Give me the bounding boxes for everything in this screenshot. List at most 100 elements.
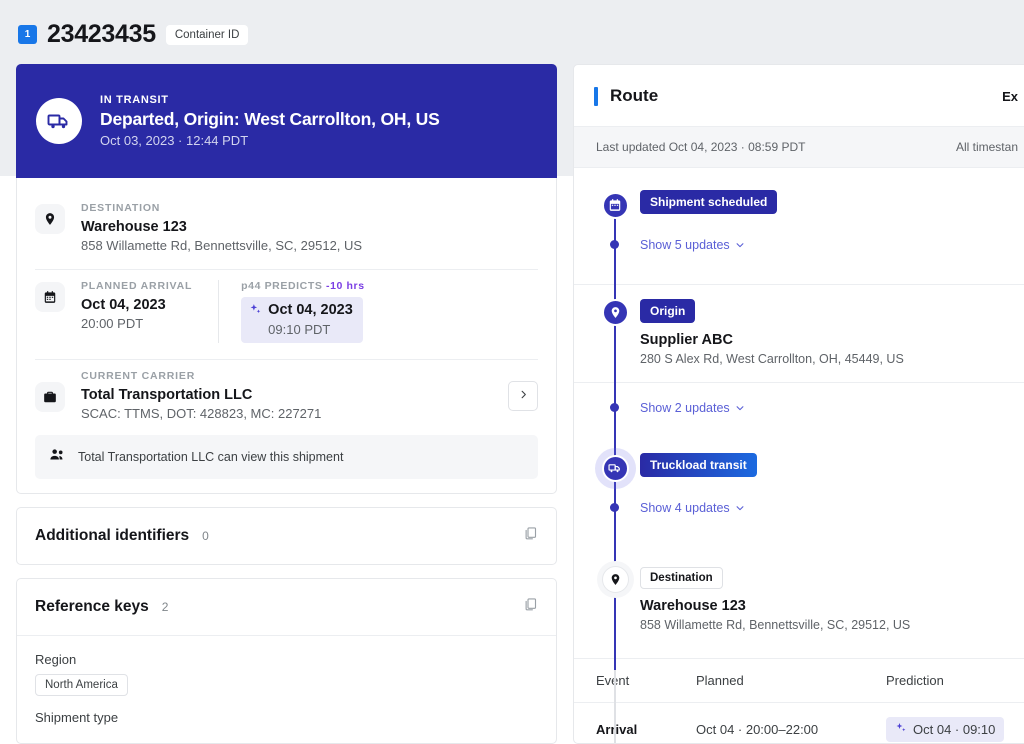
calendar-icon xyxy=(35,282,65,312)
destination-kicker: DESTINATION xyxy=(81,202,161,214)
reference-keys-card[interactable]: Reference keys 2 Region North America Sh… xyxy=(16,578,557,744)
status-banner: IN TRANSIT Departed, Origin: West Carrol… xyxy=(16,64,557,178)
route-events-table: Event Planned Prediction Arrival Oct 04 … xyxy=(574,658,1024,743)
timeline-updates-scheduled[interactable]: Show 5 updates xyxy=(574,236,1024,266)
timeline-node-scheduled: Shipment scheduled xyxy=(574,190,1024,220)
column-header-prediction: Prediction xyxy=(886,673,944,688)
prediction-delta: -10 hrs xyxy=(326,280,365,292)
destination-row: DESTINATION Warehouse 123 858 Willamette… xyxy=(35,196,538,253)
table-header-row: Event Planned Prediction xyxy=(574,659,1024,703)
route-panel-header: Route Ex xyxy=(574,65,1024,127)
row-prediction-value: Oct 04 · 09:10 xyxy=(913,722,996,737)
reference-keys-title: Reference keys xyxy=(35,598,149,615)
status-title: Departed, Origin: West Carrollton, OH, U… xyxy=(100,109,440,129)
reference-keys-count: 2 xyxy=(161,600,169,614)
row-planned: Oct 04 · 20:00–22:00 xyxy=(696,722,819,737)
row-prediction: Oct 04 · 09:10 xyxy=(886,717,1018,742)
calendar-icon xyxy=(601,191,629,219)
timeline-node-transit: Truckload transit xyxy=(574,453,1024,483)
reference-key-label: Region xyxy=(35,652,77,667)
timeline-track-inactive xyxy=(614,670,616,743)
id-type-pill: Container ID xyxy=(165,24,249,45)
destination-stop-name: Warehouse 123 xyxy=(640,598,746,614)
route-panel: Route Ex Last updated Oct 04, 2023 · 08:… xyxy=(573,64,1024,744)
timeline-dot xyxy=(610,240,619,249)
route-expand-button[interactable]: Ex xyxy=(1002,89,1018,104)
shipment-detail-page: 1 23423435 Container ID IN TRANSIT Depar… xyxy=(0,0,1024,744)
origin-stop-address: 280 S Alex Rd, West Carrollton, OH, 4544… xyxy=(640,352,904,366)
show-updates-link[interactable]: Show 4 updates xyxy=(640,501,745,515)
chevron-down-icon xyxy=(736,406,744,411)
prediction-time: 09:10 PDT xyxy=(268,322,331,337)
route-title: Route xyxy=(610,86,659,105)
viewer-permission-note: Total Transportation LLC can view this s… xyxy=(35,435,538,479)
timeline-dot xyxy=(610,403,619,412)
prediction-kicker-label: p44 PREDICTS xyxy=(241,280,323,292)
origin-stop-name: Supplier ABC xyxy=(640,332,733,348)
divider xyxy=(35,359,538,360)
column-header-planned: Planned xyxy=(696,673,744,688)
planned-arrival-kicker: PLANNED ARRIVAL xyxy=(81,280,193,292)
show-updates-label: Show 5 updates xyxy=(640,238,730,252)
table-row: Arrival Oct 04 · 20:00–22:00 Oct 04 · 09… xyxy=(574,703,1024,743)
page-header: 1 23423435 Container ID xyxy=(18,20,249,49)
chevron-right-icon xyxy=(518,387,529,405)
timeline-updates-transit[interactable]: Show 4 updates xyxy=(574,499,1024,529)
reference-key-value: North America xyxy=(35,674,128,696)
show-updates-label: Show 4 updates xyxy=(640,501,730,515)
planned-arrival-block: PLANNED ARRIVAL Oct 04, 2023 20:00 PDT xyxy=(81,280,218,331)
row-event: Arrival xyxy=(596,722,638,737)
show-updates-link[interactable]: Show 2 updates xyxy=(640,401,745,415)
route-timeline: Shipment scheduled Show 5 updates Origin… xyxy=(574,168,1024,743)
timeline-badge-scheduled: Shipment scheduled xyxy=(640,190,778,214)
prediction-date: Oct 04, 2023 xyxy=(268,302,353,318)
destination-stop-address: 858 Willamette Rd, Bennettsville, SC, 29… xyxy=(640,618,911,632)
carrier-identifiers: SCAC: TTMS, DOT: 428823, MC: 227271 xyxy=(81,406,322,421)
status-timestamp: Oct 03, 2023 · 12:44 PDT xyxy=(100,133,249,148)
map-pin-icon xyxy=(601,298,629,326)
additional-identifiers-card[interactable]: Additional identifiers 0 xyxy=(16,507,557,565)
chevron-down-icon xyxy=(736,243,744,248)
timeline-badge-origin: Origin xyxy=(640,299,696,323)
timeline-dot xyxy=(610,503,619,512)
divider xyxy=(35,269,538,270)
page-title: 23423435 xyxy=(47,20,156,48)
show-updates-label: Show 2 updates xyxy=(640,401,730,415)
sparkle-icon xyxy=(249,303,262,321)
planned-arrival-time: 20:00 PDT xyxy=(81,316,144,331)
additional-identifiers-count: 0 xyxy=(202,529,209,543)
people-icon xyxy=(49,446,66,468)
timeline-stop-origin: Origin Supplier ABC 280 S Alex Rd, West … xyxy=(574,284,1024,383)
carrier-kicker: CURRENT CARRIER xyxy=(81,370,196,382)
map-pin-icon xyxy=(35,204,65,234)
chevron-down-icon xyxy=(736,506,744,511)
route-timestamp-note: All timestan xyxy=(955,140,1018,154)
route-meta-bar: Last updated Oct 04, 2023 · 08:59 PDT Al… xyxy=(574,127,1024,168)
sparkle-icon xyxy=(895,722,907,737)
arrival-row: PLANNED ARRIVAL Oct 04, 2023 20:00 PDT p… xyxy=(35,274,538,343)
shipment-info-card: DESTINATION Warehouse 123 858 Willamette… xyxy=(16,178,557,494)
map-pin-icon xyxy=(601,565,629,593)
reference-keys-body: Region North America Shipment type xyxy=(17,635,556,743)
timeline-badge-transit: Truckload transit xyxy=(640,453,757,477)
carrier-detail-button[interactable] xyxy=(508,380,538,411)
show-updates-link[interactable]: Show 5 updates xyxy=(640,238,745,252)
carrier-row: CURRENT CARRIER Total Transportation LLC… xyxy=(35,364,538,421)
shipment-summary-column: IN TRANSIT Departed, Origin: West Carrol… xyxy=(16,64,557,744)
copy-icon[interactable] xyxy=(523,597,538,617)
vertical-divider xyxy=(218,280,220,343)
sequence-badge: 1 xyxy=(18,25,37,44)
planned-arrival-date: Oct 04, 2023 xyxy=(81,297,166,313)
timeline-badge-destination: Destination xyxy=(640,567,723,589)
status-label: IN TRANSIT xyxy=(100,94,169,106)
briefcase-icon xyxy=(35,381,65,412)
reference-key-label: Shipment type xyxy=(35,710,119,725)
viewer-permission-text: Total Transportation LLC can view this s… xyxy=(78,450,344,464)
additional-identifiers-title: Additional identifiers xyxy=(35,527,190,544)
destination-address: 858 Willamette Rd, Bennettsville, SC, 29… xyxy=(81,238,363,253)
timeline-updates-origin[interactable]: Show 2 updates xyxy=(574,399,1024,429)
destination-name: Warehouse 123 xyxy=(81,219,187,235)
prediction-chip: Oct 04, 2023 09:10 PDT xyxy=(241,297,363,343)
copy-icon[interactable] xyxy=(523,526,538,546)
route-last-updated: Last updated Oct 04, 2023 · 08:59 PDT xyxy=(596,140,806,154)
